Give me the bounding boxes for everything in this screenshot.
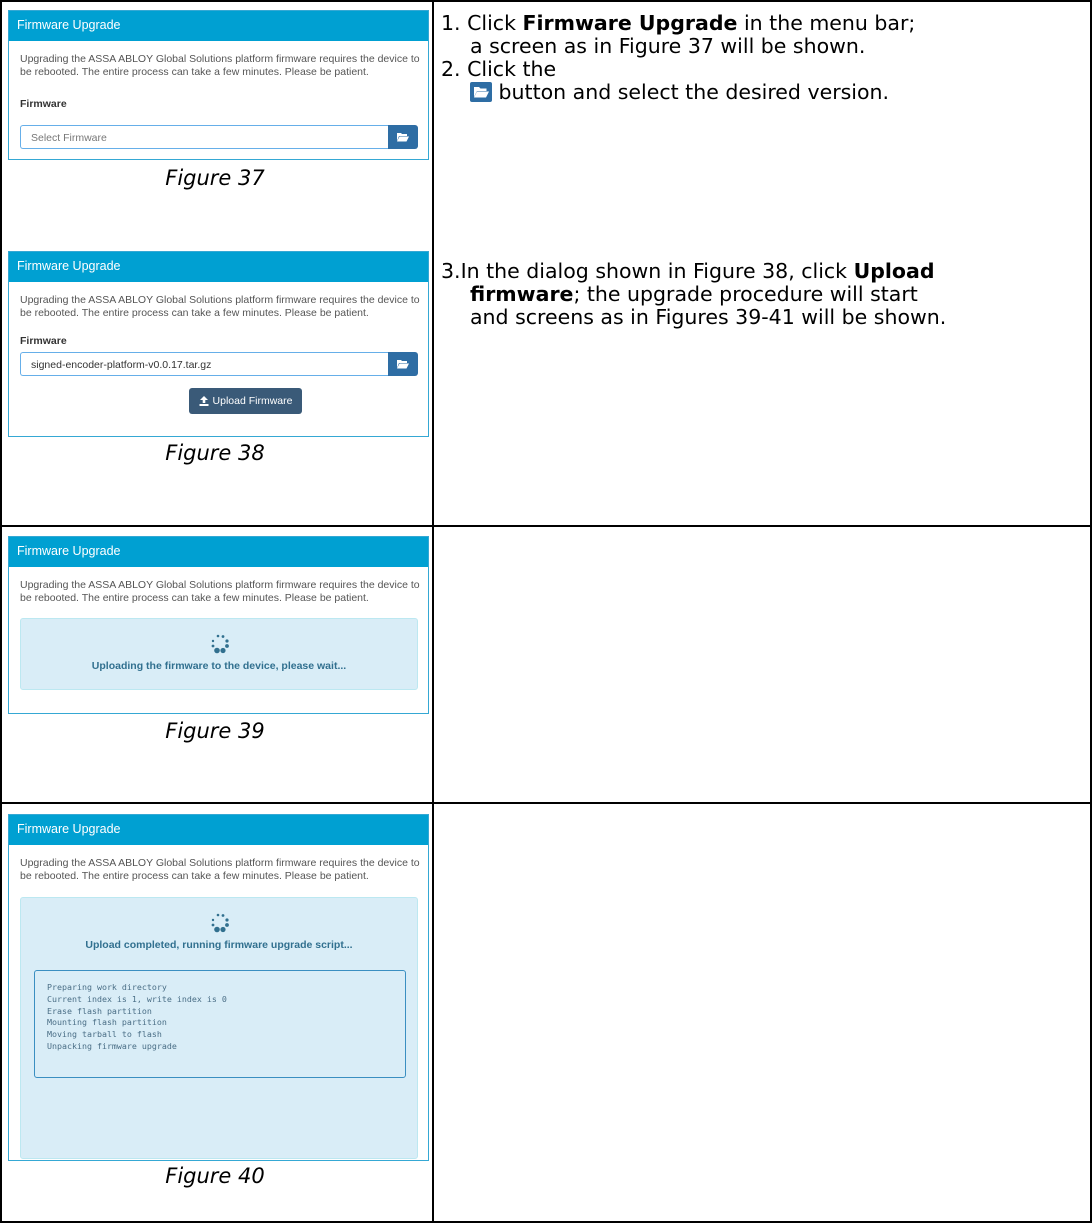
- panel-title: Firmware Upgrade: [9, 11, 428, 41]
- panel-title: Firmware Upgrade: [9, 252, 428, 282]
- firmware-file-input[interactable]: signed-encoder-platform-v0.0.17.tar.gz: [20, 352, 388, 376]
- upload-status-box: Uploading the firmware to the device, pl…: [20, 618, 418, 690]
- column-divider: [432, 0, 434, 1223]
- panel-description: Upgrading the ASSA ABLOY Global Solution…: [20, 579, 420, 604]
- upload-button-label: Upload Firmware: [212, 395, 293, 407]
- browse-button[interactable]: [388, 125, 418, 149]
- table-border-top: [0, 0, 1092, 2]
- log-line: Current index is 1, write index is 0: [47, 993, 227, 1004]
- button-reference: firmware: [470, 282, 574, 306]
- step-3-continued: firmware; the upgrade procedure will sta…: [470, 282, 918, 306]
- figure37-caption: Figure 37: [165, 166, 265, 190]
- row-divider-2: [0, 802, 1092, 804]
- folder-open-icon: [397, 360, 409, 369]
- row-divider-1: [0, 525, 1092, 527]
- panel-title: Firmware Upgrade: [9, 815, 428, 845]
- loading-spinner-icon: [211, 634, 229, 654]
- folder-open-icon: [470, 82, 492, 102]
- folder-open-icon: [397, 133, 409, 142]
- instructions-steps-1-2: 1. Click Firmware Upgrade in the menu ba…: [441, 12, 1089, 104]
- firmware-label: Firmware: [20, 335, 67, 347]
- log-line: Moving tarball to flash: [47, 1029, 162, 1040]
- upgrade-status-box: Upload completed, running firmware upgra…: [20, 897, 418, 1159]
- upload-status-text: Uploading the firmware to the device, pl…: [91, 660, 347, 672]
- figure39-caption: Figure 39: [165, 719, 265, 743]
- step-3-line-3: and screens as in Figures 39-41 will be …: [470, 305, 947, 329]
- log-line: Unpacking firmware upgrade: [47, 1040, 177, 1051]
- firmware-label: Firmware: [20, 98, 67, 110]
- panel-title: Firmware Upgrade: [9, 537, 428, 567]
- step-1-continued: a screen as in Figure 37 will be shown.: [470, 34, 866, 58]
- upload-firmware-button[interactable]: Upload Firmware: [189, 388, 302, 414]
- upgrade-log: Preparing work directory Current index i…: [34, 970, 406, 1078]
- log-line: Erase flash partition: [47, 1005, 152, 1016]
- figure39-panel: Firmware Upgrade Upgrading the ASSA ABLO…: [8, 536, 429, 714]
- figure37-panel: Firmware Upgrade Upgrading the ASSA ABLO…: [8, 10, 429, 160]
- panel-description: Upgrading the ASSA ABLOY Global Solution…: [20, 857, 420, 882]
- firmware-file-input[interactable]: Select Firmware: [20, 125, 388, 149]
- figure38-caption: Figure 38: [165, 441, 265, 465]
- instructions-step-3: 3.In the dialog shown in Figure 38, clic…: [441, 260, 1089, 329]
- document-table: Firmware Upgrade Upgrading the ASSA ABLO…: [0, 0, 1092, 1223]
- log-line: Preparing work directory: [47, 982, 167, 992]
- figure40-panel: Firmware Upgrade Upgrading the ASSA ABLO…: [8, 814, 429, 1161]
- loading-spinner-icon: [211, 913, 229, 933]
- panel-description: Upgrading the ASSA ABLOY Global Solution…: [20, 294, 420, 319]
- figure40-caption: Figure 40: [165, 1164, 265, 1188]
- upgrade-status-text: Upload completed, running firmware upgra…: [85, 939, 353, 951]
- panel-description: Upgrading the ASSA ABLOY Global Solution…: [20, 53, 420, 78]
- upload-icon: [199, 396, 209, 406]
- step-2-continued: button and select the desired version.: [441, 81, 1089, 104]
- log-line: Mounting flash partition: [47, 1017, 167, 1028]
- step-2: 2. Click the: [441, 57, 557, 81]
- step-1: 1. Click Firmware Upgrade in the menu ba…: [441, 11, 916, 35]
- step-3: 3.In the dialog shown in Figure 38, clic…: [441, 259, 935, 283]
- button-reference: Upload: [853, 259, 935, 283]
- figure38-panel: Firmware Upgrade Upgrading the ASSA ABLO…: [8, 251, 429, 437]
- menu-item-reference: Firmware Upgrade: [522, 11, 738, 35]
- browse-button[interactable]: [388, 352, 418, 376]
